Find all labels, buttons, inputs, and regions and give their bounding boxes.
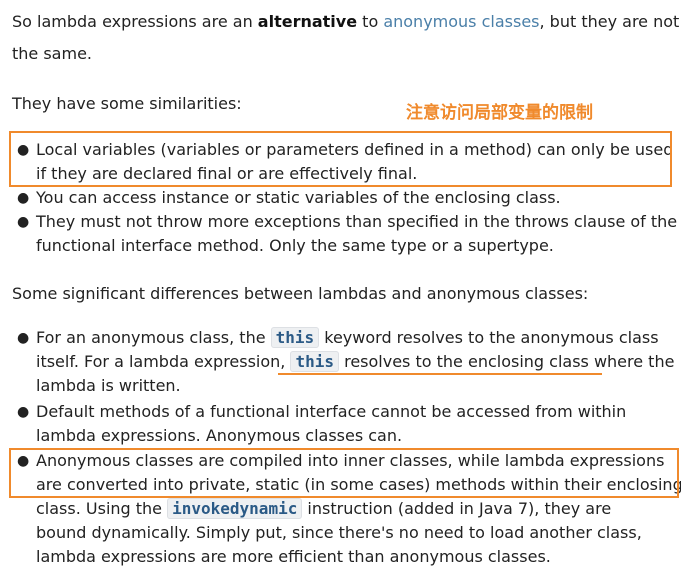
list-item-line: if they are declared final or are effect…	[36, 164, 418, 183]
differences-heading: Some significant differences between lam…	[12, 284, 589, 303]
code-this: this	[270, 327, 320, 348]
intro-line-1: So lambda expressions are an alternative…	[12, 10, 679, 34]
list-item-line: lambda is written.	[36, 376, 181, 395]
list-item-line: itself. For a lambda expression, this re…	[36, 350, 674, 374]
bullet-icon: ●	[17, 142, 30, 158]
intro-line-2: the same.	[12, 44, 92, 63]
list-item-line: Local variables (variables or parameters…	[36, 140, 674, 159]
list-item: ● Local variables (variables or paramete…	[17, 138, 674, 186]
list-item: ● Anonymous classes are compiled into in…	[17, 449, 681, 569]
intro-text-after: , but they are not	[539, 12, 680, 31]
anonymous-classes-link[interactable]: anonymous classes	[383, 12, 539, 31]
list-item-line: You can access instance or static variab…	[36, 188, 561, 207]
list-item: ● You can access instance or static vari…	[17, 186, 561, 210]
annotation-note: 注意访问局部变量的限制	[406, 103, 593, 123]
list-item: ● Default methods of a functional interf…	[17, 400, 627, 448]
list-item-line: class. Using the invokedynamic instructi…	[36, 497, 681, 521]
intro-text-before: So lambda expressions are an	[12, 12, 258, 31]
bullet-icon: ●	[17, 190, 30, 206]
text-segment: class. Using the	[36, 499, 168, 518]
list-item-line: Anonymous classes are compiled into inne…	[36, 451, 665, 470]
bullet-icon: ●	[17, 330, 30, 346]
similarities-heading: They have some similarities:	[12, 94, 242, 113]
intro-text-middle: to	[357, 12, 384, 31]
list-item-line: lambda expressions are more efficient th…	[36, 547, 551, 566]
list-item-line: functional interface method. Only the sa…	[36, 236, 554, 255]
list-item-line: lambda expressions. Anonymous classes ca…	[36, 426, 403, 445]
list-item-line: Default methods of a functional interfac…	[36, 402, 627, 421]
list-item-line: They must not throw more exceptions than…	[36, 212, 678, 231]
list-item-line: are converted into private, static (in s…	[36, 475, 681, 494]
bullet-icon: ●	[17, 453, 30, 469]
list-item: ● They must not throw more exceptions th…	[17, 210, 678, 258]
text-segment: keyword resolves to the anonymous class	[319, 328, 659, 347]
text-segment: instruction (added in Java 7), they are	[302, 499, 612, 518]
code-this: this	[290, 351, 340, 372]
list-item-line: For an anonymous class, the this keyword…	[36, 326, 674, 350]
underline-annotation	[278, 373, 602, 375]
text-segment: resolves to the enclosing class where th…	[339, 352, 675, 371]
text-segment: itself. For a lambda expression,	[36, 352, 291, 371]
list-item-line: bound dynamically. Simply put, since the…	[36, 523, 642, 542]
bullet-icon: ●	[17, 214, 30, 230]
text-segment: For an anonymous class, the	[36, 328, 271, 347]
code-invokedynamic: invokedynamic	[167, 498, 303, 519]
list-item: ● For an anonymous class, the this keywo…	[17, 326, 674, 398]
intro-bold-word: alternative	[257, 12, 358, 31]
bullet-icon: ●	[17, 404, 30, 420]
